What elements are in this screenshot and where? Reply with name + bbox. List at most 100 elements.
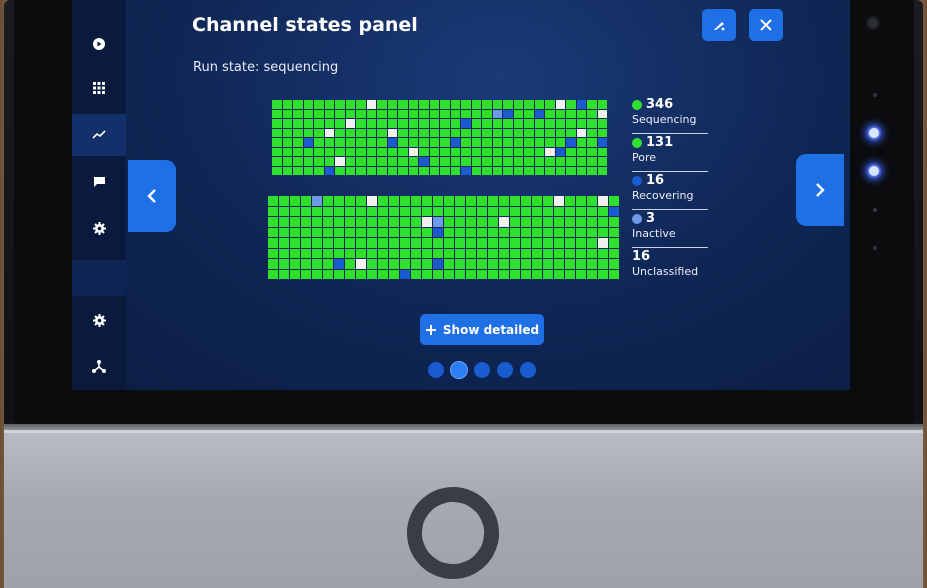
channel-cell bbox=[461, 109, 471, 118]
page-dot[interactable] bbox=[474, 362, 490, 378]
channel-cell bbox=[597, 119, 607, 128]
channel-cell bbox=[566, 138, 576, 147]
next-panel-button[interactable] bbox=[796, 154, 844, 226]
channel-cell bbox=[555, 157, 565, 166]
channel-cell bbox=[565, 238, 575, 248]
channel-cell bbox=[576, 138, 586, 147]
channel-cell bbox=[513, 147, 523, 156]
channel-cell bbox=[345, 157, 355, 166]
channel-cell bbox=[587, 196, 597, 206]
channel-cell bbox=[545, 147, 555, 156]
channel-cell bbox=[312, 196, 322, 206]
channel-cell bbox=[367, 196, 377, 206]
channel-cell bbox=[513, 166, 523, 175]
channel-cell bbox=[279, 269, 289, 279]
channel-cell bbox=[301, 227, 311, 237]
channel-cell bbox=[503, 119, 513, 128]
sidebar-item-analytics[interactable] bbox=[72, 114, 126, 156]
sidebar-item-network[interactable] bbox=[72, 348, 126, 384]
channel-cell bbox=[440, 166, 450, 175]
channel-cell bbox=[408, 109, 418, 118]
channel-cell bbox=[444, 227, 454, 237]
channel-cell bbox=[314, 119, 324, 128]
channel-cell bbox=[398, 157, 408, 166]
channel-cell bbox=[279, 217, 289, 227]
channel-cell bbox=[429, 147, 439, 156]
channel-cell bbox=[301, 238, 311, 248]
gear-icon bbox=[92, 221, 106, 235]
sidebar-item-device-settings[interactable] bbox=[72, 302, 126, 338]
channel-cell bbox=[521, 269, 531, 279]
minion-device: Channel states panel Run state: sequenci… bbox=[4, 0, 923, 588]
channel-cell bbox=[444, 196, 454, 206]
channel-cell bbox=[555, 119, 565, 128]
close-icon bbox=[760, 19, 772, 31]
channel-cell bbox=[597, 157, 607, 166]
channel-cell bbox=[422, 217, 432, 227]
channel-cell bbox=[499, 227, 509, 237]
channel-cell bbox=[510, 259, 520, 269]
channel-cell bbox=[545, 100, 555, 109]
channel-cell bbox=[555, 138, 565, 147]
channel-cell bbox=[408, 157, 418, 166]
channel-cell bbox=[597, 128, 607, 137]
channel-cell bbox=[492, 166, 502, 175]
channel-cell bbox=[587, 248, 597, 258]
channel-cell bbox=[366, 128, 376, 137]
brush-icon bbox=[714, 22, 725, 31]
page-dot[interactable] bbox=[520, 362, 536, 378]
channel-cell bbox=[378, 238, 388, 248]
channel-cell bbox=[499, 217, 509, 227]
sidebar-item-channels[interactable] bbox=[72, 70, 126, 106]
close-button[interactable] bbox=[749, 9, 783, 41]
channel-cell bbox=[345, 248, 355, 258]
channel-cell bbox=[301, 217, 311, 227]
channel-cell bbox=[356, 128, 366, 137]
channel-cell bbox=[477, 206, 487, 216]
sidebar-item-run[interactable] bbox=[72, 26, 126, 62]
channel-cell bbox=[367, 259, 377, 269]
channel-cell bbox=[543, 196, 553, 206]
previous-panel-button[interactable] bbox=[128, 160, 176, 232]
sidebar-item-settings[interactable] bbox=[72, 210, 126, 246]
channel-cell bbox=[597, 166, 607, 175]
channel-cell bbox=[503, 166, 513, 175]
channel-cell bbox=[576, 217, 586, 227]
channel-cell bbox=[532, 217, 542, 227]
page-dot[interactable] bbox=[497, 362, 513, 378]
channel-cell bbox=[492, 147, 502, 156]
channel-cell bbox=[279, 206, 289, 216]
message-icon bbox=[93, 177, 105, 187]
show-detailed-button[interactable]: Show detailed bbox=[420, 314, 544, 345]
channel-cell bbox=[543, 206, 553, 216]
channel-cell bbox=[598, 227, 608, 237]
channel-cell bbox=[433, 238, 443, 248]
channel-cell bbox=[389, 227, 399, 237]
channel-cell bbox=[387, 119, 397, 128]
channel-cell bbox=[482, 119, 492, 128]
sidebar-item-messages[interactable] bbox=[72, 164, 126, 200]
channel-cell bbox=[444, 248, 454, 258]
channel-cell bbox=[356, 157, 366, 166]
channel-cell bbox=[378, 269, 388, 279]
channel-cell bbox=[345, 238, 355, 248]
channel-cell bbox=[345, 128, 355, 137]
sidebar-item-top[interactable] bbox=[72, 0, 126, 6]
channel-cell bbox=[440, 157, 450, 166]
channel-cell bbox=[566, 119, 576, 128]
edit-button[interactable] bbox=[702, 9, 736, 41]
channel-cell bbox=[312, 206, 322, 216]
channel-cell bbox=[314, 128, 324, 137]
touchscreen: Channel states panel Run state: sequenci… bbox=[72, 0, 850, 390]
channel-cell bbox=[532, 238, 542, 248]
channel-cell bbox=[576, 128, 586, 137]
channel-cell bbox=[312, 238, 322, 248]
channel-cell bbox=[521, 227, 531, 237]
channel-cell bbox=[293, 119, 303, 128]
channel-cell bbox=[598, 269, 608, 279]
channel-cell bbox=[455, 248, 465, 258]
page-dot-active[interactable] bbox=[451, 362, 467, 378]
page-dot[interactable] bbox=[428, 362, 444, 378]
channel-cell bbox=[268, 217, 278, 227]
channel-cell bbox=[587, 206, 597, 216]
